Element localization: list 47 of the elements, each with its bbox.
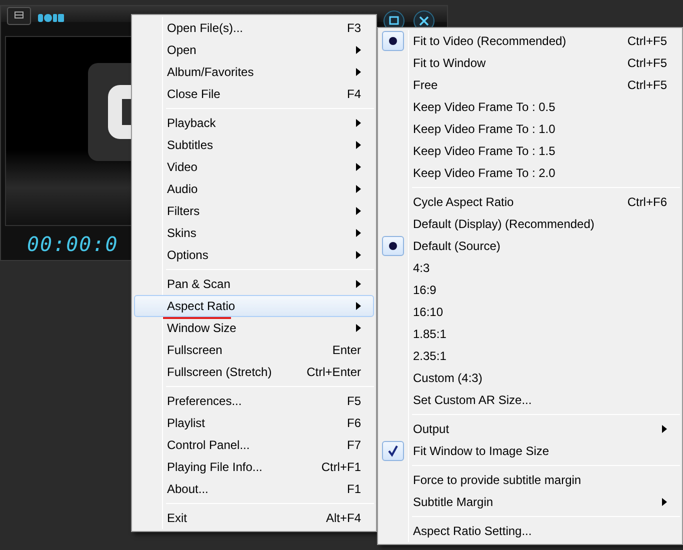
menu-item[interactable]: Keep Video Frame To : 1.5: [380, 140, 680, 162]
menu-item[interactable]: Video: [134, 156, 374, 178]
menu-item[interactable]: Fit Window to Image Size: [380, 440, 680, 462]
menu-item[interactable]: Force to provide subtitle margin: [380, 469, 680, 491]
menu-item[interactable]: Audio: [134, 178, 374, 200]
menu-item[interactable]: About... F1: [134, 478, 374, 500]
menu-item[interactable]: Preferences... F5: [134, 390, 374, 412]
menu-item[interactable]: Playing File Info... Ctrl+F1: [134, 456, 374, 478]
menu-item[interactable]: Pan & Scan: [134, 273, 374, 295]
menu-item[interactable]: Aspect Ratio: [134, 295, 374, 317]
menu-item[interactable]: Filters: [134, 200, 374, 222]
menu-item[interactable]: Fit to Window Ctrl+F5: [380, 52, 680, 74]
menu-item[interactable]: Playback: [134, 112, 374, 134]
menu-item[interactable]: Fullscreen Enter: [134, 339, 374, 361]
menu-item[interactable]: Cycle Aspect Ratio Ctrl+F6: [380, 191, 680, 213]
menu-item[interactable]: Playlist F6: [134, 412, 374, 434]
menu-item[interactable]: Subtitle Margin: [380, 491, 680, 513]
menu-item[interactable]: 4:3: [380, 257, 680, 279]
menu-item[interactable]: 16:10: [380, 301, 680, 323]
menu-item[interactable]: Skins: [134, 222, 374, 244]
menu-item[interactable]: 1.85:1: [380, 323, 680, 345]
menu-item[interactable]: Fit to Video (Recommended) Ctrl+F5: [380, 30, 680, 52]
menu-item[interactable]: Options: [134, 244, 374, 266]
menu-item[interactable]: Control Panel... F7: [134, 434, 374, 456]
menu-item[interactable]: Custom (4:3): [380, 367, 680, 389]
layout-icon[interactable]: [7, 7, 31, 25]
menu-item[interactable]: Keep Video Frame To : 1.0: [380, 118, 680, 140]
menu-item[interactable]: Default (Display) (Recommended): [380, 213, 680, 235]
time-display: 00:00:0: [27, 234, 118, 254]
menu-item[interactable]: Window Size: [134, 317, 374, 339]
menu-item[interactable]: Open File(s)... F3: [134, 17, 374, 39]
menu-item[interactable]: Exit Alt+F4: [134, 507, 374, 529]
menu-item[interactable]: Close File F4: [134, 83, 374, 105]
menu-item[interactable]: 16:9: [380, 279, 680, 301]
menu-item[interactable]: Album/Favorites: [134, 61, 374, 83]
menu-item[interactable]: Aspect Ratio Setting...: [380, 520, 680, 542]
logo-icon: [38, 13, 64, 23]
menu-item[interactable]: Keep Video Frame To : 2.0: [380, 162, 680, 184]
menu-item[interactable]: Open: [134, 39, 374, 61]
menu-item[interactable]: Keep Video Frame To : 0.5: [380, 96, 680, 118]
menu-item[interactable]: Fullscreen (Stretch) Ctrl+Enter: [134, 361, 374, 383]
menu-item[interactable]: Set Custom AR Size...: [380, 389, 680, 411]
menu-item[interactable]: Free Ctrl+F5: [380, 74, 680, 96]
menu-item[interactable]: Default (Source): [380, 235, 680, 257]
menu-item[interactable]: Output: [380, 418, 680, 440]
menu-item[interactable]: 2.35:1: [380, 345, 680, 367]
menu-item[interactable]: Subtitles: [134, 134, 374, 156]
